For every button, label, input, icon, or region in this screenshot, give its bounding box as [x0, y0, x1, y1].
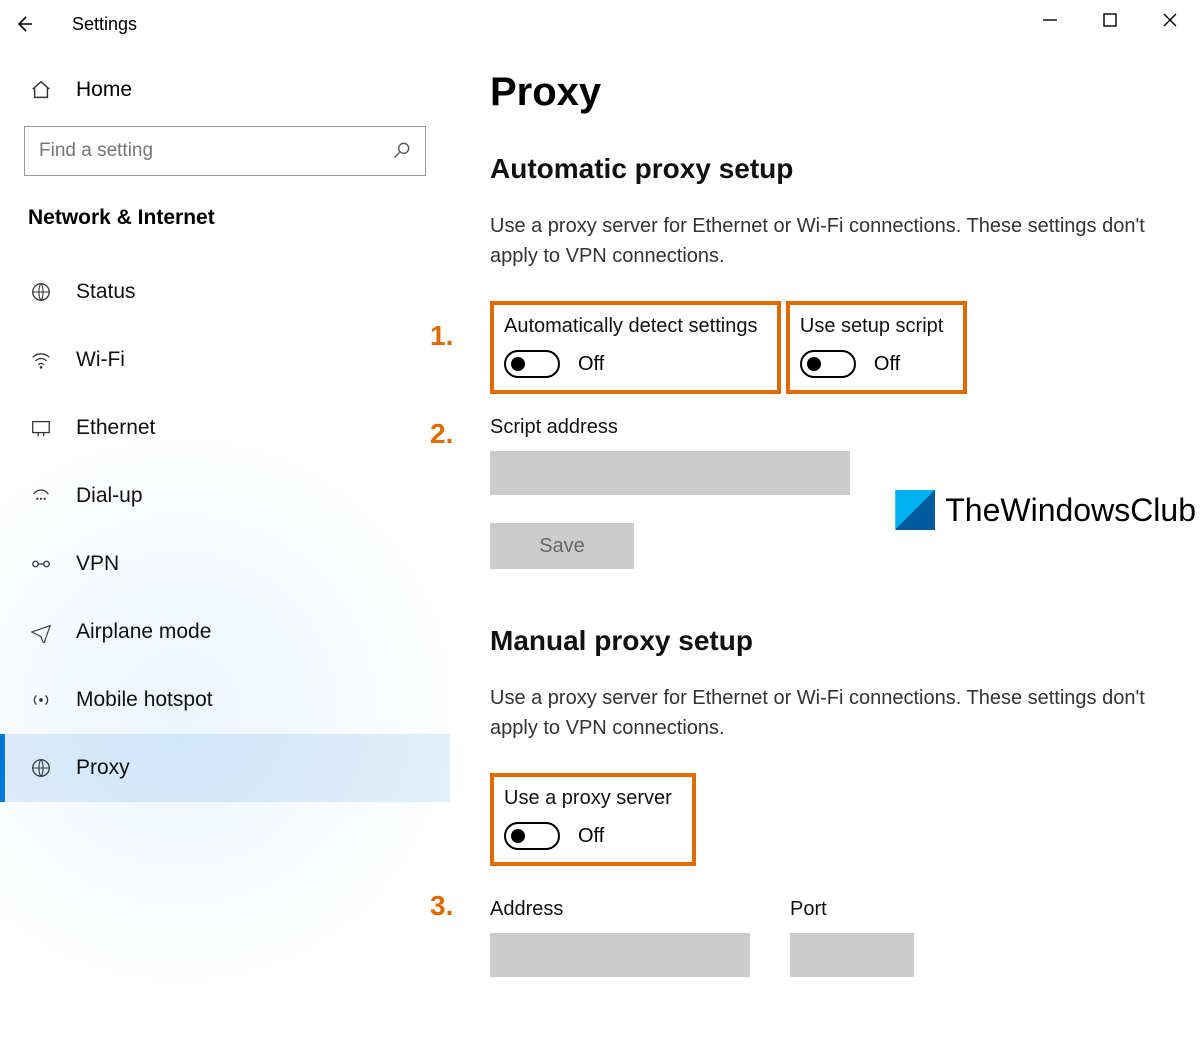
page-title: Proxy [490, 70, 1190, 115]
watermark: TheWindowsClub [895, 490, 1196, 530]
sidebar-item-label: Ethernet [76, 416, 155, 440]
use-proxy-state: Off [578, 825, 604, 848]
search-icon [392, 140, 412, 165]
home-icon [28, 77, 54, 103]
watermark-text: TheWindowsClub [945, 492, 1196, 529]
sidebar-item-label: VPN [76, 552, 119, 576]
annotation-box-1: Automatically detect settings Off [490, 301, 781, 394]
sidebar-item-label: Dial-up [76, 484, 143, 508]
category-title: Network & Internet [0, 200, 450, 258]
close-icon [1163, 13, 1177, 27]
search-field-wrap [24, 126, 426, 176]
sidebar-item-label: Proxy [76, 756, 130, 780]
sidebar-item-label: Mobile hotspot [76, 688, 213, 712]
auto-section-desc: Use a proxy server for Ethernet or Wi-Fi… [490, 211, 1170, 271]
sidebar-item-status[interactable]: Status [0, 258, 450, 326]
annotation-1: 1. [430, 320, 453, 352]
sidebar-item-wifi[interactable]: Wi-Fi [0, 326, 450, 394]
use-script-state: Off [874, 353, 900, 376]
annotation-box-2: Use setup script Off [786, 301, 967, 394]
sidebar-item-proxy[interactable]: Proxy [0, 734, 450, 802]
minimize-button[interactable] [1020, 0, 1080, 40]
use-proxy-label: Use a proxy server [504, 787, 672, 810]
airplane-icon [28, 619, 54, 645]
manual-section-desc: Use a proxy server for Ethernet or Wi-Fi… [490, 683, 1170, 743]
auto-detect-state: Off [578, 353, 604, 376]
titlebar: Settings [0, 0, 1200, 48]
sidebar-item-label: Wi-Fi [76, 348, 125, 372]
address-label: Address [490, 898, 750, 921]
back-arrow-icon [14, 14, 34, 34]
auto-detect-toggle[interactable] [504, 350, 560, 378]
sidebar-item-label: Status [76, 280, 136, 304]
annotation-box-3: Use a proxy server Off [490, 773, 696, 866]
search-input[interactable] [24, 126, 426, 176]
annotation-3: 3. [430, 890, 453, 922]
address-input [490, 933, 750, 977]
use-script-toggle[interactable] [800, 350, 856, 378]
sidebar: Home Network & Internet Status Wi-Fi Eth… [0, 60, 450, 1060]
sidebar-item-hotspot[interactable]: Mobile hotspot [0, 666, 450, 734]
back-button[interactable] [0, 0, 48, 48]
sidebar-item-dialup[interactable]: Dial-up [0, 462, 450, 530]
manual-section-heading: Manual proxy setup [490, 625, 1190, 657]
dialup-icon [28, 483, 54, 509]
close-button[interactable] [1140, 0, 1200, 40]
globe-icon [28, 755, 54, 781]
sidebar-item-ethernet[interactable]: Ethernet [0, 394, 450, 462]
globe-icon [28, 279, 54, 305]
vpn-icon [28, 551, 54, 577]
port-label: Port [790, 898, 914, 921]
window-title: Settings [48, 14, 137, 35]
auto-detect-label: Automatically detect settings [504, 315, 757, 338]
sidebar-item-vpn[interactable]: VPN [0, 530, 450, 598]
window-controls [1020, 0, 1200, 40]
maximize-button[interactable] [1080, 0, 1140, 40]
sidebar-item-label: Airplane mode [76, 620, 211, 644]
wifi-icon [28, 347, 54, 373]
script-address-input [490, 451, 850, 495]
annotation-2: 2. [430, 418, 453, 450]
sidebar-item-airplane[interactable]: Airplane mode [0, 598, 450, 666]
use-proxy-toggle[interactable] [504, 822, 560, 850]
auto-section-heading: Automatic proxy setup [490, 153, 1190, 185]
script-address-label: Script address [490, 416, 1190, 439]
home-nav[interactable]: Home [0, 60, 450, 120]
ethernet-icon [28, 415, 54, 441]
port-input [790, 933, 914, 977]
hotspot-icon [28, 687, 54, 713]
watermark-logo-icon [895, 490, 935, 530]
maximize-icon [1103, 13, 1117, 27]
home-label: Home [76, 78, 132, 102]
minimize-icon [1043, 13, 1057, 27]
use-script-label: Use setup script [800, 315, 943, 338]
save-button: Save [490, 523, 634, 569]
